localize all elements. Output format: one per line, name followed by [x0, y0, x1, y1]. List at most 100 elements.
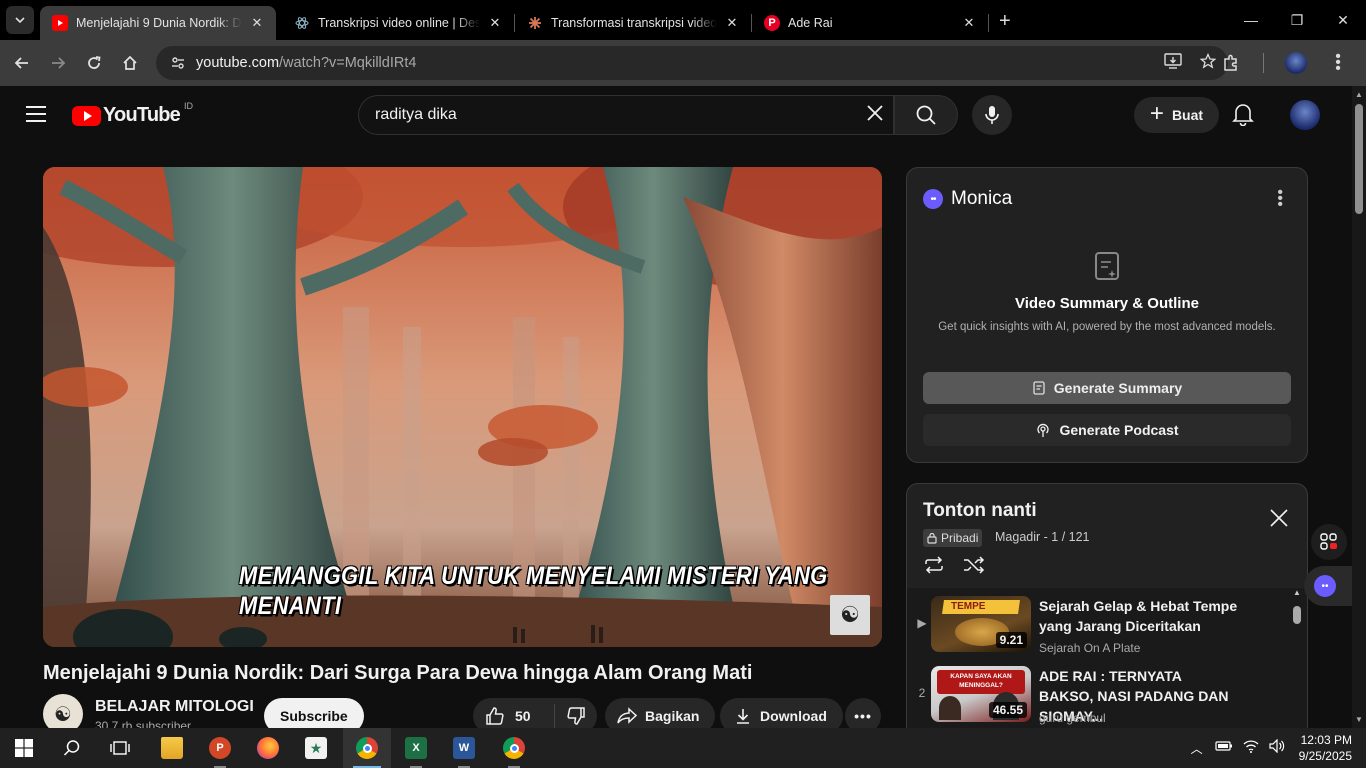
taskbar-powerpoint[interactable]: P: [196, 728, 244, 768]
list-item[interactable]: ▶ TEMPE 9.21 Sejarah Gelap & Hebat Tempe…: [907, 592, 1297, 662]
playlist-title[interactable]: Tonton nanti: [923, 500, 1037, 522]
playlist-meta: Magadir - 1 / 121: [995, 530, 1090, 544]
browser-tab-youtube[interactable]: Menjelajahi 9 Dunia Nordik: Dari Surga ✕: [40, 6, 276, 40]
playlist-scroll-thumb[interactable]: [1293, 606, 1301, 624]
address-bar[interactable]: youtube.com/watch?v=MqkilldIRt4: [156, 46, 1228, 80]
browser-tab-transformasi[interactable]: Transformasi transkripsi video m ✕: [515, 6, 751, 40]
playlist-scrollbar[interactable]: ▲: [1293, 588, 1301, 742]
like-button[interactable]: 50: [473, 704, 555, 728]
scroll-up-arrow-icon[interactable]: ▲: [1293, 588, 1301, 597]
new-tab-button[interactable]: +: [999, 10, 1011, 33]
clock-time: 12:03 PM: [1300, 733, 1352, 747]
close-tab-icon[interactable]: ✕: [723, 15, 741, 31]
page-scroll-thumb[interactable]: [1355, 104, 1363, 214]
hamburger-menu-icon[interactable]: [26, 106, 46, 127]
pinterest-icon: P: [764, 15, 780, 31]
close-tab-icon[interactable]: ✕: [960, 15, 978, 31]
forward-button[interactable]: [40, 45, 76, 81]
extensions-button[interactable]: [1213, 45, 1249, 81]
monica-floating-button[interactable]: ••: [1304, 566, 1352, 606]
taskbar-file-explorer[interactable]: [148, 728, 196, 768]
thumbs-up-icon: [486, 707, 504, 725]
url-host: youtube.com: [196, 55, 280, 71]
taskbar-word[interactable]: W: [440, 728, 488, 768]
tab-title: Ade Rai: [788, 16, 833, 30]
shuffle-icon[interactable]: [963, 556, 985, 579]
back-button[interactable]: [4, 45, 40, 81]
volume-icon[interactable]: [1269, 738, 1285, 758]
download-label: Download: [760, 708, 827, 724]
tab-separator: [988, 14, 989, 32]
chrome-icon: [503, 737, 525, 759]
notifications-button[interactable]: [1232, 102, 1254, 131]
youtube-icon: [52, 15, 68, 31]
site-info-icon[interactable]: [170, 55, 186, 71]
playlist-controls: [923, 556, 985, 579]
clear-search-icon[interactable]: [865, 103, 885, 129]
channel-watermark-icon[interactable]: ☯: [830, 595, 870, 635]
search-icon: [916, 105, 936, 125]
list-item[interactable]: 2 KAPAN SAYA AKAN MENINGGAL? 46.55 ADE R…: [907, 662, 1297, 732]
generate-podcast-button[interactable]: Generate Podcast: [923, 414, 1291, 446]
tray-expand-icon[interactable]: ︿: [1191, 740, 1203, 757]
browser-tab-ade-rai[interactable]: P Ade Rai ✕: [752, 6, 988, 40]
tab-title: Transformasi transkripsi video m: [551, 16, 717, 30]
reload-button[interactable]: [76, 45, 112, 81]
generate-summary-label: Generate Summary: [1053, 380, 1183, 396]
restore-button[interactable]: ❐: [1274, 0, 1320, 40]
system-clock[interactable]: 12:03 PM 9/25/2025: [1299, 732, 1352, 764]
loop-icon[interactable]: [923, 556, 945, 579]
start-button[interactable]: [0, 728, 48, 768]
podcast-icon: [1037, 423, 1050, 437]
youtube-logo-text: YouTube: [103, 104, 181, 126]
firefox-icon: [257, 737, 279, 759]
taskbar-pinned-app[interactable]: ★: [292, 728, 340, 768]
generate-summary-button[interactable]: Generate Summary: [923, 372, 1291, 404]
dislike-button[interactable]: [555, 706, 597, 726]
reload-icon: [88, 56, 101, 69]
create-button[interactable]: + Buat: [1134, 97, 1219, 133]
voice-search-button[interactable]: [972, 95, 1012, 135]
taskbar-excel[interactable]: X: [392, 728, 440, 768]
channel-name[interactable]: BELAJAR MITOLOGI: [95, 698, 254, 716]
search-button[interactable]: [894, 95, 958, 135]
battery-icon[interactable]: [1215, 739, 1233, 757]
monica-apps-button[interactable]: [1311, 524, 1347, 560]
youtube-logo[interactable]: YouTube ID: [72, 101, 193, 127]
video-subtitle: MEMANGGIL KITA UNTUK MENYELAMI MISTERI Y…: [239, 561, 828, 620]
task-view-button[interactable]: [96, 728, 144, 768]
home-button[interactable]: [112, 45, 148, 81]
monica-menu-icon[interactable]: • • •: [1277, 185, 1283, 213]
page-scrollbar[interactable]: ▲ ▼: [1352, 86, 1366, 728]
close-tab-icon[interactable]: ✕: [486, 15, 504, 31]
profile-avatar-icon: [1285, 52, 1307, 74]
scroll-down-arrow-icon[interactable]: ▼: [1355, 715, 1363, 724]
taskbar-chrome-profile[interactable]: [490, 728, 538, 768]
taskbar-search-button[interactable]: [48, 728, 96, 768]
tab-title: Transkripsi video online | Desgr: [318, 16, 480, 30]
wifi-icon[interactable]: [1243, 739, 1259, 758]
minimize-button[interactable]: —: [1228, 0, 1274, 40]
scroll-up-arrow-icon[interactable]: ▲: [1355, 90, 1363, 99]
close-playlist-icon[interactable]: [1269, 508, 1289, 534]
video-player[interactable]: MEMANGGIL KITA UNTUK MENYELAMI MISTERI Y…: [43, 167, 882, 647]
search-input[interactable]: raditya dika: [358, 95, 894, 135]
playlist-item-thumbnail[interactable]: KAPAN SAYA AKAN MENINGGAL? 46.55: [931, 666, 1031, 722]
search-icon: [63, 740, 80, 756]
close-window-button[interactable]: ✕: [1320, 0, 1366, 40]
account-avatar[interactable]: [1290, 100, 1320, 130]
browser-tab-transkripsi[interactable]: Transkripsi video online | Desgr ✕: [282, 6, 514, 40]
close-tab-icon[interactable]: ✕: [248, 15, 266, 31]
like-count: 50: [515, 708, 531, 724]
playlist-item-title[interactable]: Sejarah Gelap & Hebat Tempe yang Jarang …: [1039, 596, 1239, 636]
taskbar-firefox[interactable]: [244, 728, 292, 768]
chrome-menu-button[interactable]: • • •: [1320, 45, 1356, 81]
thumbs-down-icon: [567, 707, 585, 725]
profile-button[interactable]: [1278, 45, 1314, 81]
install-app-icon[interactable]: [1164, 53, 1182, 73]
home-icon: [123, 55, 137, 70]
playlist-item-thumbnail[interactable]: TEMPE 9.21: [931, 596, 1031, 652]
tab-search-button[interactable]: [6, 6, 34, 34]
taskbar-chrome[interactable]: [343, 728, 391, 768]
playlist-panel: Tonton nanti Pribadi Magadir - 1 / 121 ▶…: [906, 483, 1308, 743]
